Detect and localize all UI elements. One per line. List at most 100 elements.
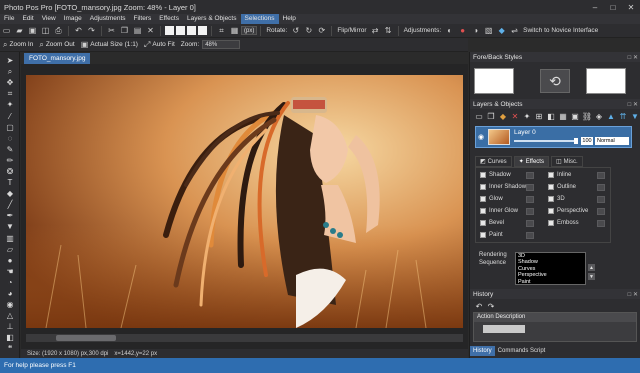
effect-emboss[interactable]: Emboss <box>548 220 579 226</box>
auto-fit-button[interactable]: ⤢ Auto Fit <box>141 40 178 50</box>
line-tool-icon[interactable]: ╱ <box>0 199 20 210</box>
open-folder-icon[interactable]: ▰ <box>14 25 25 36</box>
selection-add-icon[interactable] <box>198 26 207 35</box>
levels-icon[interactable]: ▧ <box>483 25 494 36</box>
clone-icon[interactable]: ❂ <box>0 166 20 177</box>
blur-icon[interactable]: ● <box>0 255 20 266</box>
layer-style-icon[interactable]: ◈ <box>594 111 604 121</box>
undo-icon[interactable]: ↶ <box>73 25 84 36</box>
effect-3d[interactable]: 3D <box>548 196 565 202</box>
effect-settings-button[interactable] <box>526 184 534 191</box>
menu-file[interactable]: File <box>0 14 18 24</box>
lasso-icon[interactable]: ◌ <box>0 133 20 144</box>
history-list[interactable]: Action Description <box>473 312 637 342</box>
effect-settings-button[interactable] <box>597 196 605 203</box>
grid-icon[interactable]: ▦ <box>229 25 240 36</box>
duplicate-layer-icon[interactable]: ❐ <box>486 111 496 121</box>
effect-settings-button[interactable] <box>597 172 605 179</box>
effect-settings-button[interactable] <box>526 172 534 179</box>
effect-inline[interactable]: Inline <box>548 172 571 178</box>
actual-size-button[interactable]: ▣ Actual Size (1:1) <box>78 40 141 49</box>
checkbox[interactable] <box>480 172 486 178</box>
menu-image[interactable]: Image <box>60 14 86 24</box>
checkbox[interactable] <box>480 196 486 202</box>
tab-effects[interactable]: ✦ Effects <box>513 156 549 167</box>
crop-tool-icon[interactable]: ⌗ <box>0 88 20 99</box>
magic-wand-icon[interactable]: ✦ <box>0 99 20 110</box>
checkbox[interactable] <box>548 196 554 202</box>
zoom-tool-icon[interactable]: ⌕ <box>0 66 20 77</box>
cut-icon[interactable]: ✂ <box>106 25 117 36</box>
checkbox[interactable] <box>548 172 554 178</box>
brightness-icon[interactable]: ◐ <box>444 25 455 36</box>
layer-properties-icon[interactable]: ◆ <box>498 111 508 121</box>
document-tab[interactable]: FOTO_mansory.jpg <box>24 53 91 64</box>
menu-selections[interactable]: Selections <box>240 14 279 24</box>
dodge-icon[interactable]: ◔ <box>0 277 20 288</box>
effect-settings-button[interactable] <box>526 232 534 239</box>
effect-paint[interactable]: Paint <box>480 232 503 238</box>
opacity-slider[interactable] <box>514 140 576 142</box>
menu-adjustments[interactable]: Adjustments <box>86 14 130 24</box>
eyedropper-icon[interactable]: ⁄ <box>0 110 20 121</box>
checkbox[interactable] <box>548 208 554 214</box>
switch-novice-button[interactable]: Switch to Novice Interface <box>521 27 600 34</box>
delete-layer-icon[interactable]: ✕ <box>510 111 520 121</box>
measure-icon[interactable]: ⊥ <box>0 321 20 332</box>
effect-settings-button[interactable] <box>526 196 534 203</box>
checkbox[interactable] <box>480 184 486 190</box>
save-icon[interactable]: ▣ <box>27 25 38 36</box>
tab-misc[interactable]: ◫ Misc. <box>550 156 583 167</box>
novice-interface-icon[interactable]: ⇌ <box>509 25 520 36</box>
background-style-swatch[interactable] <box>586 68 626 94</box>
brush-icon[interactable]: ✎ <box>0 144 20 155</box>
effect-perspective[interactable]: Perspective <box>548 208 588 214</box>
copy-icon[interactable]: ❐ <box>119 25 130 36</box>
layer-group-icon[interactable]: ▦ <box>558 111 568 121</box>
move-tool-icon[interactable]: ➤ <box>0 55 20 66</box>
flip-horizontal-icon[interactable]: ⇄ <box>370 25 381 36</box>
visibility-eye-icon[interactable]: ◉ <box>478 133 486 141</box>
speech-bubble-icon[interactable]: ❝ <box>0 343 20 354</box>
save-as-icon[interactable]: ◫ <box>40 25 51 36</box>
text-tool-icon[interactable]: T <box>0 177 20 188</box>
redo-icon[interactable]: ↷ <box>86 25 97 36</box>
menu-filters[interactable]: Filters <box>130 14 156 24</box>
checkbox[interactable] <box>480 232 486 238</box>
rect-select-icon[interactable]: ▢ <box>0 122 20 133</box>
effect-bevel[interactable]: Bevel <box>480 220 504 226</box>
gradient-icon[interactable]: ▥ <box>0 233 20 244</box>
swap-styles-icon[interactable]: ⟲ <box>540 69 570 93</box>
rotate-right-icon[interactable]: ↻ <box>303 25 314 36</box>
canvas-area[interactable] <box>21 64 468 349</box>
scrollbar-thumb[interactable] <box>56 335 116 341</box>
menu-edit[interactable]: Edit <box>18 14 37 24</box>
menu-layers-objects[interactable]: Layers & Objects <box>183 14 241 24</box>
layer-up-icon[interactable]: ▲ <box>606 111 616 121</box>
color-balance-icon[interactable]: ● <box>457 25 468 36</box>
eraser-icon[interactable]: ▱ <box>0 244 20 255</box>
hue-icon[interactable]: ◆ <box>496 25 507 36</box>
minimize-button[interactable]: – <box>586 0 604 14</box>
maximize-button[interactable]: □ <box>604 0 622 14</box>
crop-icon[interactable]: ⌗ <box>216 25 227 36</box>
merge-layer-icon[interactable]: ⊞ <box>534 111 544 121</box>
red-eye-icon[interactable]: ◉ <box>0 299 20 310</box>
pen-tool-icon[interactable]: ✒ <box>0 210 20 221</box>
menu-effects[interactable]: Effects <box>155 14 183 24</box>
tab-history[interactable]: History <box>470 346 495 356</box>
effect-settings-button[interactable] <box>526 208 534 215</box>
layer-mask-icon[interactable]: ◧ <box>546 111 556 121</box>
contrast-icon[interactable]: ◑ <box>470 25 481 36</box>
shapes-icon[interactable]: ◆ <box>0 188 20 199</box>
paste-icon[interactable]: ▤ <box>132 25 143 36</box>
fill-bucket-icon[interactable]: ▼ <box>0 221 20 232</box>
layer-row[interactable]: ◉ Layer 0 100 Normal <box>475 126 632 148</box>
checkbox[interactable] <box>480 208 486 214</box>
hand-tool-icon[interactable]: ✥ <box>0 77 20 88</box>
layer-effects-icon[interactable]: ✦ <box>522 111 532 121</box>
history-undo-icon[interactable]: ↶ <box>474 301 484 311</box>
effect-inner-shadow[interactable]: Inner Shadow <box>480 184 526 190</box>
layer-down-icon[interactable]: ▼ <box>630 111 640 121</box>
opacity-slider-thumb[interactable] <box>574 138 578 144</box>
